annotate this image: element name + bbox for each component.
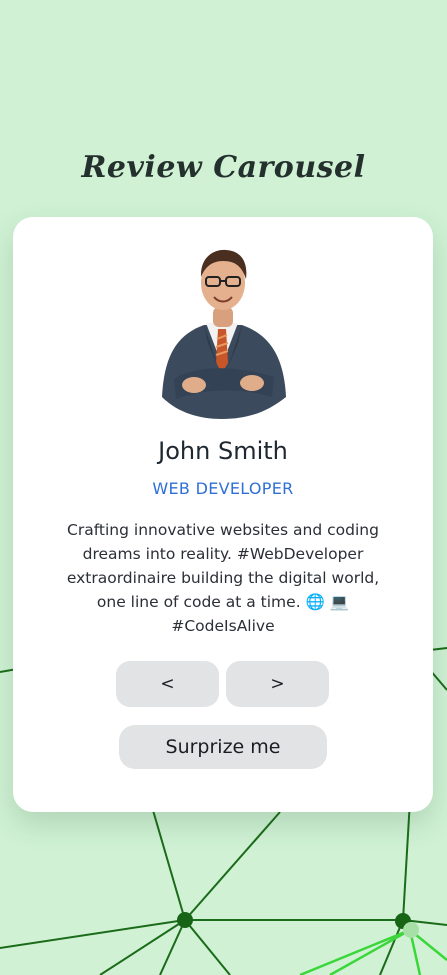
network-node: [403, 922, 419, 938]
surprise-me-button[interactable]: Surprize me: [119, 725, 327, 769]
prev-button[interactable]: <: [116, 661, 219, 707]
next-button[interactable]: >: [226, 661, 329, 707]
network-node: [177, 912, 193, 928]
page-title: Review Carousel: [81, 150, 366, 185]
review-card: John Smith WEB DEVELOPER Crafting innova…: [13, 217, 433, 812]
avatar: [162, 249, 286, 419]
person-name: John Smith: [158, 437, 288, 465]
review-text: Crafting innovative websites and coding …: [66, 521, 380, 635]
person-job: WEB DEVELOPER: [152, 479, 294, 498]
